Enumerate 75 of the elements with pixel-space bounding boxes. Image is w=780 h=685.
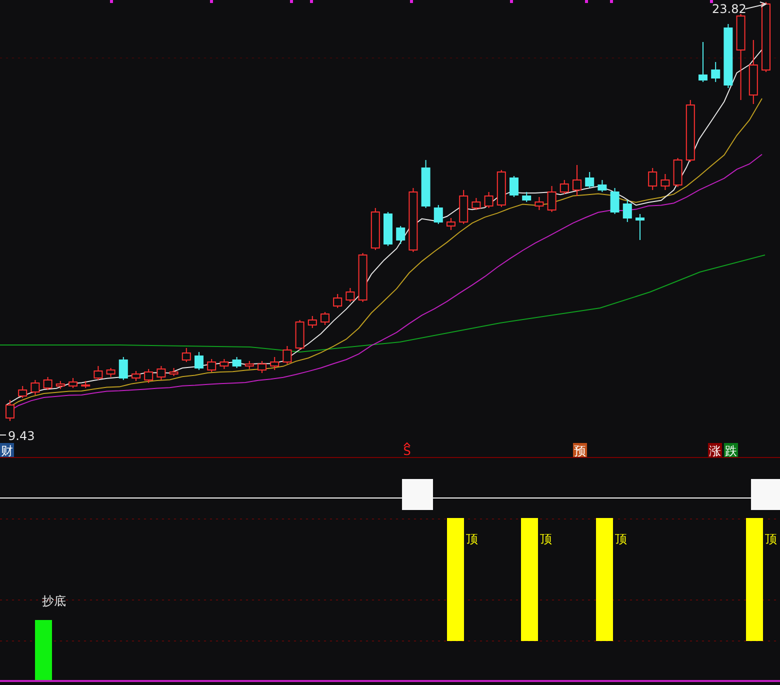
signal-label: 顶 <box>615 532 627 546</box>
candlestick <box>459 190 468 224</box>
signal-label: 顶 <box>765 532 777 546</box>
candlestick <box>258 360 266 374</box>
candlestick <box>484 192 494 208</box>
candlestick <box>295 320 304 350</box>
signal-label: 顶 <box>540 532 552 546</box>
candlestick <box>118 356 128 380</box>
candlestick <box>547 186 556 212</box>
candlestick <box>232 356 242 368</box>
event-marker: 跌 <box>724 443 738 458</box>
high-price-leader-line <box>744 2 768 10</box>
candlestick <box>56 380 65 390</box>
candlestick <box>194 352 204 370</box>
candlestick <box>81 380 90 388</box>
candlestick <box>673 158 682 188</box>
signal-block <box>402 479 433 510</box>
candlestick <box>144 368 154 384</box>
candlestick <box>585 172 594 188</box>
candlestick <box>622 200 632 222</box>
candlestick <box>220 358 229 370</box>
low-price-label: 9.43 <box>8 429 35 443</box>
candlestick <box>421 160 430 208</box>
candlestick <box>572 164 582 196</box>
candlestick <box>510 176 518 198</box>
candlestick <box>94 366 103 380</box>
candlestick <box>384 212 392 246</box>
candlestick <box>156 366 166 380</box>
candlestick <box>207 358 216 372</box>
candlestick <box>308 316 317 328</box>
candlestick <box>106 368 116 378</box>
candlestick <box>396 226 406 244</box>
candlestick <box>169 368 178 376</box>
candlestick <box>320 312 330 326</box>
candlestick <box>610 188 620 214</box>
candlestick <box>560 180 569 194</box>
event-marker: 财 <box>0 443 14 458</box>
candlestick <box>18 386 28 398</box>
candlestick <box>598 180 607 192</box>
candlestick <box>472 198 481 210</box>
candlestick <box>30 380 40 396</box>
candlestick <box>333 294 342 308</box>
candlestick <box>698 42 708 82</box>
candlestick <box>43 376 52 390</box>
candlestick <box>282 346 292 364</box>
candlestick <box>446 218 456 230</box>
candlestick <box>648 168 658 190</box>
candlestick <box>408 188 418 252</box>
candlestick <box>370 208 380 250</box>
candlestick <box>270 356 280 370</box>
signal-bar <box>35 620 52 680</box>
candlestick <box>244 360 254 370</box>
low-price-leader-line <box>0 434 6 436</box>
candlestick <box>434 204 443 224</box>
candlestick <box>68 378 78 388</box>
signal-block <box>751 479 780 510</box>
event-marker: 涨 <box>708 443 722 458</box>
event-marker: 预 <box>573 443 587 458</box>
candlestick <box>346 288 355 302</box>
candlestick <box>496 170 506 208</box>
candlestick <box>724 24 733 88</box>
candlestick <box>534 196 544 210</box>
candlestick <box>182 348 191 362</box>
candlestick <box>660 174 670 190</box>
candlestick <box>358 252 368 302</box>
signal-label: 抄底 <box>42 594 66 608</box>
candlestick <box>686 100 695 162</box>
candlestick <box>711 62 720 82</box>
candlestick <box>636 214 644 240</box>
candlestick <box>6 400 14 422</box>
candlestick <box>522 192 532 202</box>
signal-label: 顶 <box>466 532 478 546</box>
candlestick <box>132 370 140 382</box>
candlestick <box>748 40 758 104</box>
high-price-label: 23.82 <box>712 2 746 16</box>
